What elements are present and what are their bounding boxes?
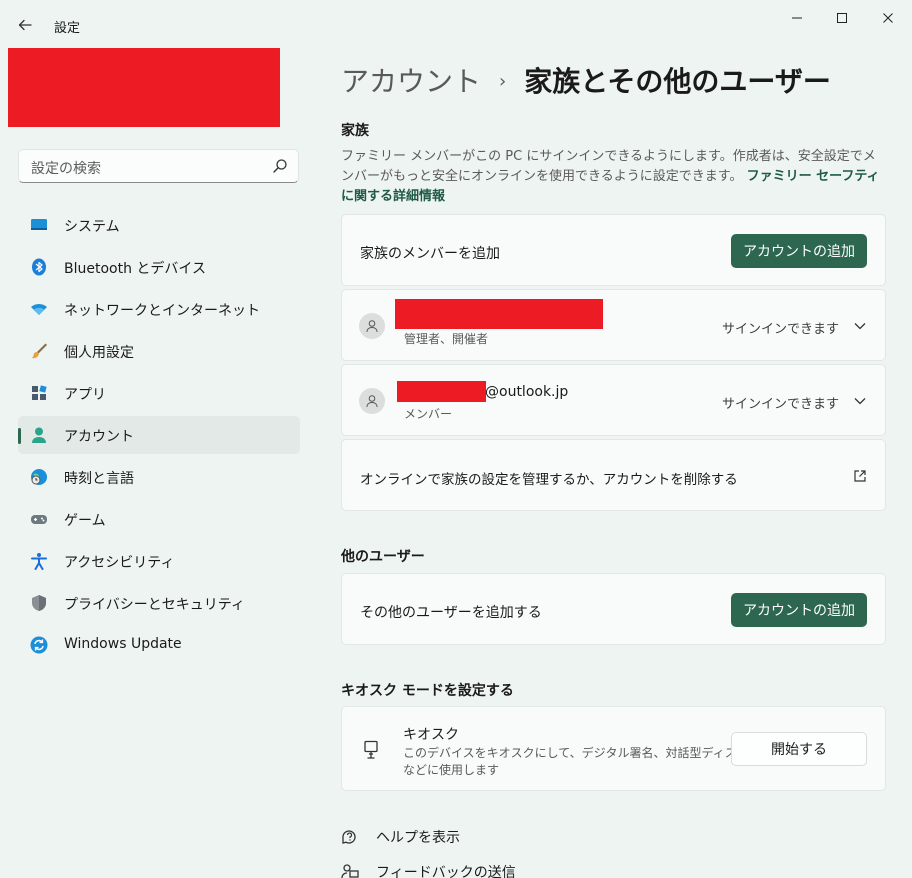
manage-family-label: オンラインで家族の設定を管理するか、アカウントを削除する [360,472,738,488]
minimize-button[interactable] [782,8,812,28]
sidebar-item-label: 時刻と言語 [64,471,134,487]
search-box[interactable]: 設定の検索 [18,149,299,183]
maximize-icon [837,13,847,23]
add-other-user-label: その他のユーザーを追加する [360,605,542,621]
external-link-icon [854,470,866,482]
avatar [359,388,385,414]
back-arrow-icon [18,19,32,31]
sidebar-item-windows-update[interactable]: Windows Update [18,626,300,664]
add-family-member-label: 家族のメンバーを追加 [360,246,500,262]
sidebar-item-label: 個人用設定 [64,345,134,361]
sidebar-item-label: ネットワークとインターネット [64,303,260,319]
sidebar-item-privacy[interactable]: プライバシーとセキュリティ [18,584,300,622]
avatar [359,313,385,339]
back-button[interactable] [14,14,36,36]
family-description: ファミリー メンバーがこの PC にサインインできるようにします。作成者は、安全… [341,147,881,207]
other-users-section-title: 他のユーザー [341,549,425,565]
system-icon [31,219,47,230]
kiosk-start-button[interactable]: 開始する [731,732,867,766]
sidebar-item-accounts[interactable]: アカウント [18,416,300,454]
kiosk-section-title: キオスク モードを設定する [341,683,514,699]
sidebar-item-system[interactable]: システム [18,206,300,244]
minimize-icon [792,17,802,19]
app-title: 設定 [54,21,81,36]
manage-family-online-card[interactable]: オンラインで家族の設定を管理するか、アカウントを削除する [341,439,886,511]
sidebar-item-network[interactable]: ネットワークとインターネット [18,290,300,328]
chevron-down-icon[interactable] [853,394,867,408]
kiosk-name: キオスク [403,727,459,743]
bluetooth-icon [32,258,46,276]
sidebar-item-label: システム [64,219,120,235]
close-button[interactable] [873,8,903,28]
member-signin-status: サインインできます [721,322,839,337]
apps-icon [32,385,47,400]
close-icon [883,13,893,23]
accessibility-icon [31,553,47,570]
family-member-card[interactable]: 管理者、開催者 サインインできます [341,289,886,361]
sidebar-item-time-language[interactable]: 時刻と言語 [18,458,300,496]
add-other-account-button[interactable]: アカウントの追加 [731,593,867,627]
sidebar-item-label: ゲーム [64,513,106,529]
sidebar-item-label: アプリ [64,387,106,403]
add-family-account-button[interactable]: アカウントの追加 [731,234,867,268]
network-icon [31,304,47,315]
kiosk-description-line2: などに使用します [403,763,500,777]
sidebar-item-gaming[interactable]: ゲーム [18,500,300,538]
sidebar-item-personalization[interactable]: 個人用設定 [18,332,300,370]
sidebar-item-label: アクセシビリティ [64,555,175,571]
breadcrumb-parent[interactable]: アカウント [341,65,481,98]
member-role: 管理者、開催者 [404,332,489,346]
sidebar-item-label: Windows Update [64,636,182,652]
breadcrumb: アカウント › 家族とその他のユーザー [341,60,831,100]
shield-icon [32,595,46,611]
page-title: 家族とその他のユーザー [524,65,831,98]
help-icon [342,830,356,844]
sidebar-item-apps[interactable]: アプリ [18,374,300,412]
feedback-icon [341,864,359,878]
chevron-down-icon[interactable] [853,319,867,333]
family-member-card[interactable]: @outlook.jp メンバー サインインできます [341,364,886,436]
selection-indicator [18,428,21,444]
member-role: メンバー [404,407,453,421]
breadcrumb-separator: › [499,71,507,92]
kiosk-description-line1: このデバイスをキオスクにして、デジタル署名、対話型ディスプレイ [403,746,773,760]
sidebar-item-label: プライバシーとセキュリティ [64,597,245,613]
account-icon [32,427,46,443]
help-label: ヘルプを表示 [376,830,460,846]
sidebar-item-accessibility[interactable]: アクセシビリティ [18,542,300,580]
kiosk-card: キオスク このデバイスをキオスクにして、デジタル署名、対話型ディスプレイ などに… [341,706,886,791]
feedback-label: フィードバックの送信 [376,865,516,878]
member-signin-status: サインインできます [721,397,839,412]
brush-icon [31,343,47,359]
member-email-suffix: @outlook.jp [485,384,569,400]
maximize-button[interactable] [827,8,857,28]
sidebar-item-label: Bluetooth とデバイス [64,261,206,277]
add-other-user-card: その他のユーザーを追加する アカウントの追加 [341,573,886,645]
gamepad-icon [31,515,47,524]
kiosk-icon [364,740,378,759]
update-icon [30,636,48,654]
person-icon [366,395,378,408]
sidebar-item-bluetooth[interactable]: Bluetooth とデバイス [18,248,300,286]
family-section-title: 家族 [341,123,369,139]
search-icon[interactable] [272,158,288,174]
add-family-member-card: 家族のメンバーを追加 アカウントの追加 [341,214,886,286]
person-icon [366,320,378,333]
clock-globe-icon [31,469,47,485]
redacted-user-profile [8,48,280,127]
search-input[interactable]: 設定の検索 [31,158,101,178]
title-bar: 設定 [0,0,912,44]
redacted-member-name [395,299,603,329]
redacted-member-email [397,381,486,402]
sidebar-item-label: アカウント [64,429,134,445]
